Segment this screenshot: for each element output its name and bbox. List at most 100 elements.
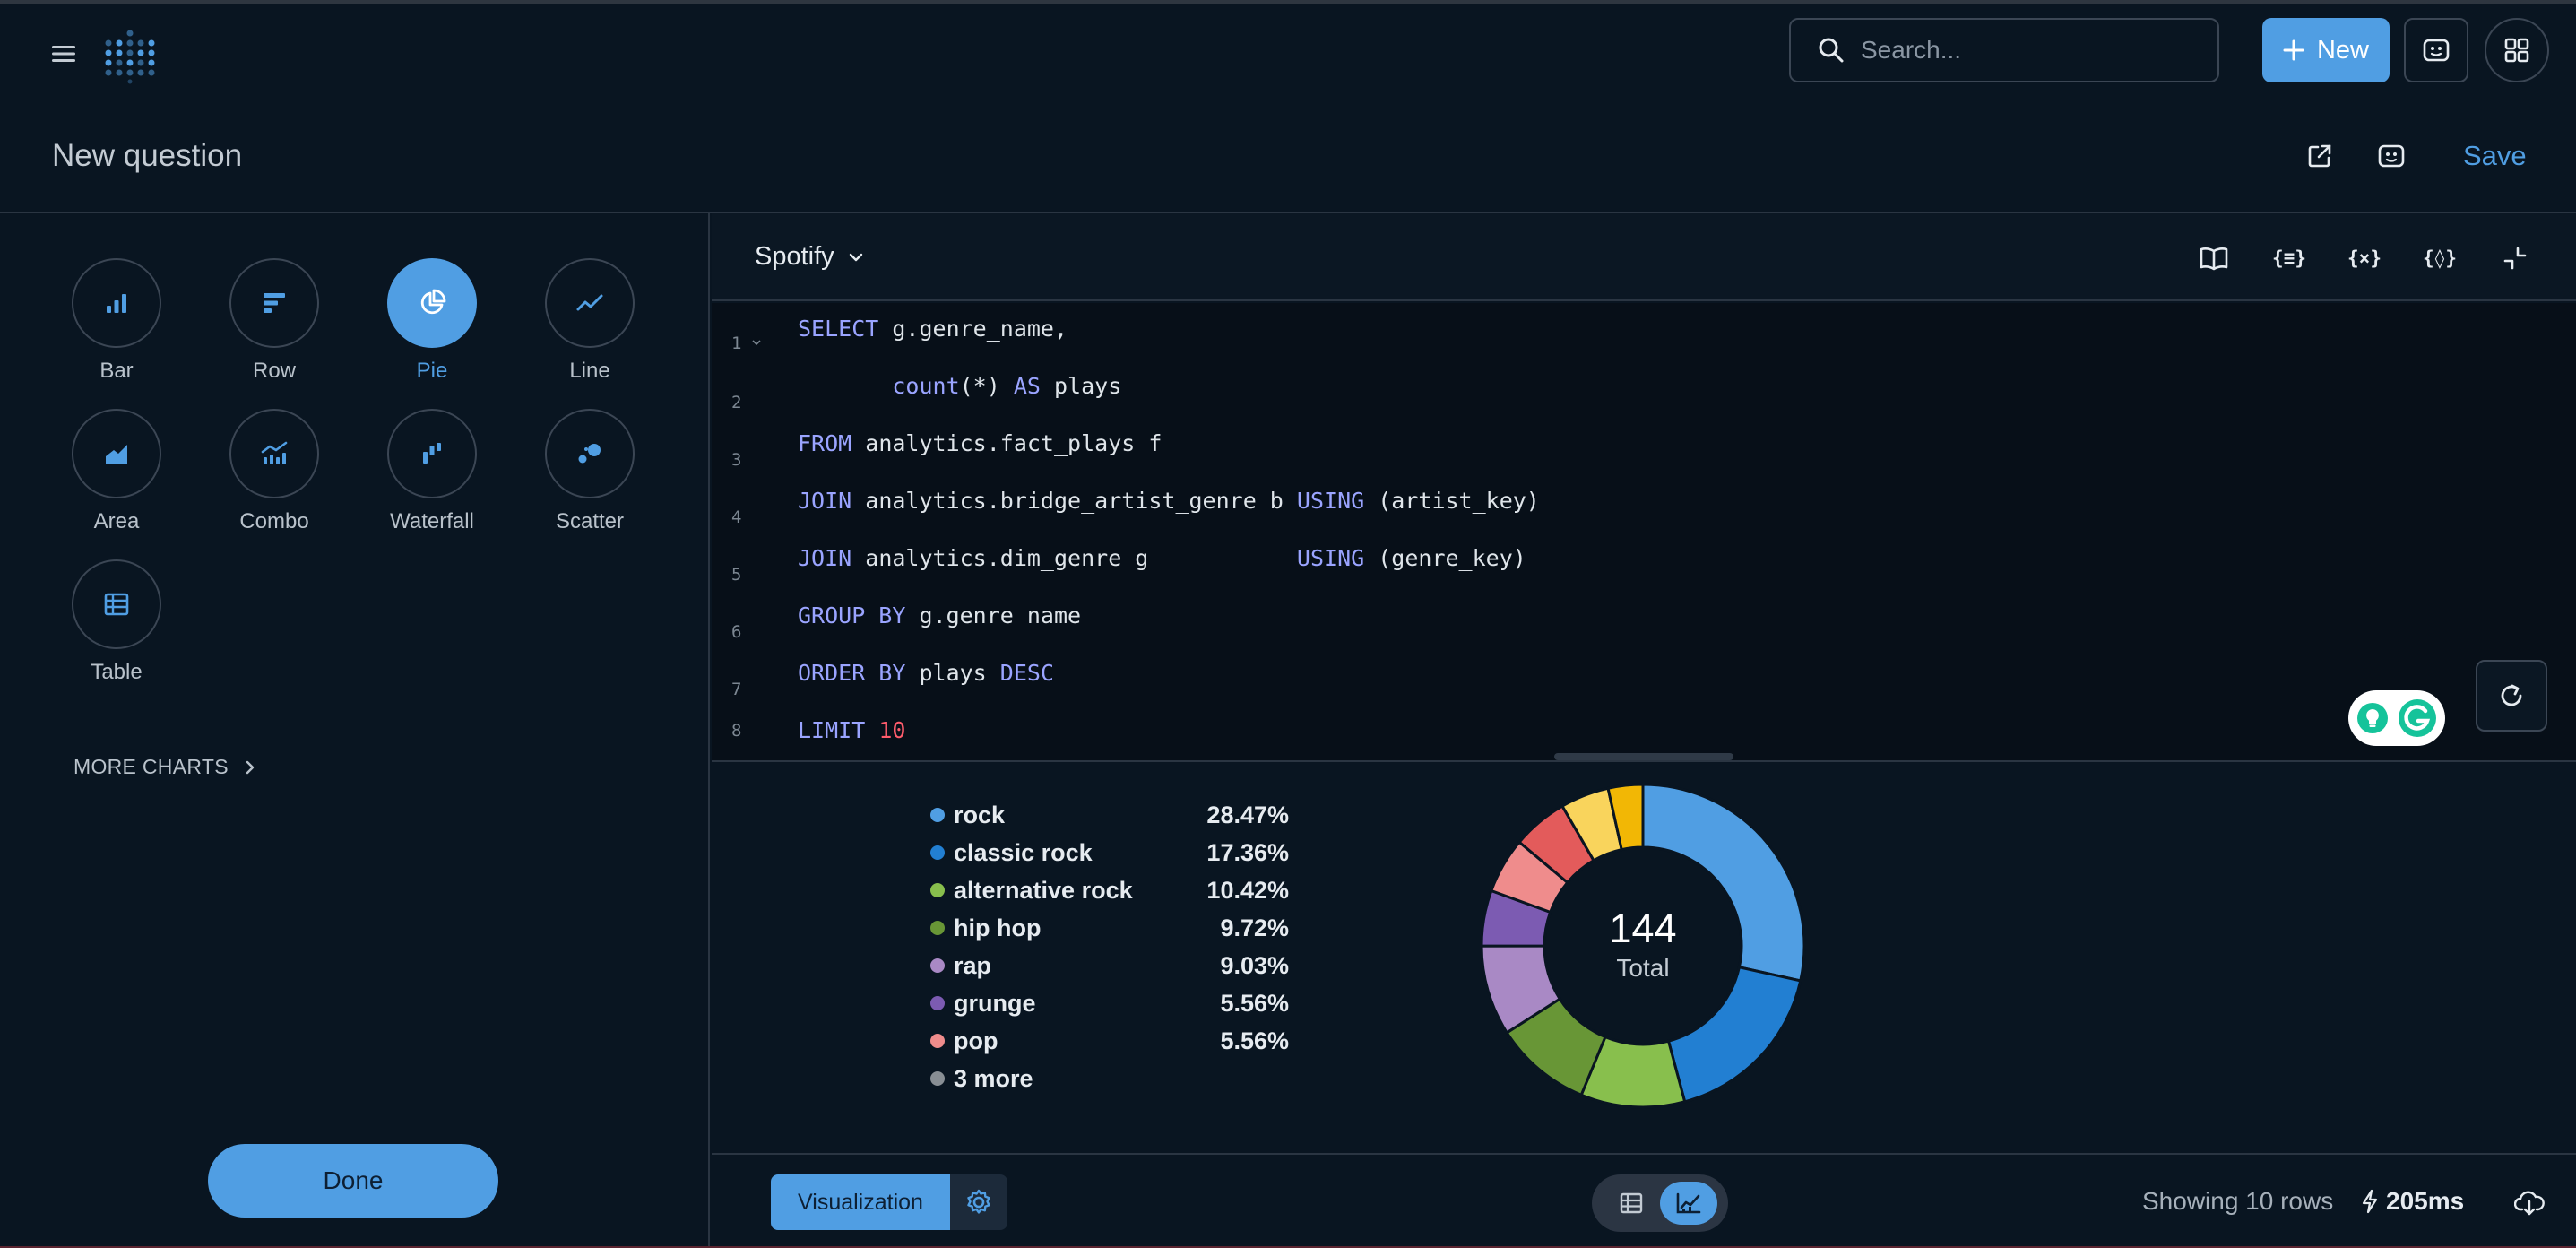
search-icon <box>1819 38 1844 63</box>
resize-handle[interactable] <box>1554 753 1733 760</box>
search-input[interactable]: Search... <box>1789 18 2219 82</box>
database-name: Spotify <box>755 242 834 271</box>
run-query-button[interactable] <box>2476 660 2547 732</box>
viz-option-combo[interactable]: Combo <box>212 409 337 534</box>
legend-swatch <box>930 883 945 897</box>
legend-percent: 17.36% <box>1206 838 1289 866</box>
viz-label: Row <box>252 359 296 383</box>
apps-button[interactable] <box>2485 18 2549 82</box>
visualization-picker-panel: Bar Row Pie Line Area Combo Waterfall Sc… <box>0 213 710 1248</box>
top-navigation-bar: Search... New <box>0 4 2576 100</box>
legend-percent: 10.42% <box>1206 876 1289 904</box>
viz-label: Combo <box>239 509 309 533</box>
bar-chart-icon <box>107 294 126 313</box>
table-view-toggle[interactable] <box>1603 1182 1660 1225</box>
svg-text:{≡}: {≡} <box>2272 247 2306 269</box>
legend-item[interactable]: rock 28.47% <box>930 796 1289 834</box>
viz-option-pie[interactable]: Pie <box>369 258 495 384</box>
metabot-button[interactable] <box>2404 18 2468 82</box>
viz-option-row[interactable]: Row <box>212 258 337 384</box>
legend-item[interactable]: classic rock 17.36% <box>930 834 1289 871</box>
table-icon <box>1620 1192 1643 1214</box>
query-timing: 205ms <box>2361 1187 2464 1216</box>
viz-option-table[interactable]: Table <box>54 559 179 685</box>
pie-slice[interactable] <box>1666 965 1802 1104</box>
new-button[interactable]: New <box>2262 18 2390 82</box>
viz-label: Table <box>91 660 143 684</box>
legend-label: alternative rock <box>954 876 1133 904</box>
line-chart-icon <box>576 294 603 311</box>
area-chart-icon <box>106 445 127 464</box>
lightbulb-icon <box>2357 703 2388 733</box>
line-number: 1 <box>731 334 742 353</box>
database-select[interactable]: Spotify <box>755 242 863 272</box>
line-number: 5 <box>731 565 742 585</box>
snippets-icon[interactable]: {≡} <box>2269 238 2309 278</box>
metabot-icon <box>2423 39 2450 62</box>
plus-icon <box>2283 39 2304 61</box>
reference-book-icon[interactable] <box>2194 238 2234 278</box>
app-window: Search... New New question Save Bar Row <box>0 0 2576 1248</box>
legend-item[interactable]: rap 9.03% <box>930 947 1289 984</box>
pie-total-label: Total <box>1616 954 1670 982</box>
viz-option-area[interactable]: Area <box>54 409 179 534</box>
legend-label: grunge <box>954 989 1036 1017</box>
visualization-button[interactable]: Visualization <box>771 1174 950 1230</box>
code-line: SELECT g.genre_name, <box>798 316 1068 342</box>
more-charts-label: MORE CHARTS <box>73 755 229 778</box>
viz-option-scatter[interactable]: Scatter <box>527 409 653 534</box>
metabase-logo-icon[interactable] <box>100 25 160 84</box>
legend-item[interactable]: hip hop 9.72% <box>930 909 1289 947</box>
gear-icon <box>967 1189 990 1214</box>
fold-chevron-icon[interactable] <box>751 339 762 346</box>
results-panel: rock 28.47% classic rock 17.36% alternative … <box>712 762 2576 1153</box>
download-button[interactable] <box>2510 1183 2549 1223</box>
viz-option-waterfall[interactable]: Waterfall <box>369 409 495 534</box>
row-chart-icon <box>264 293 285 313</box>
line-number: 7 <box>731 680 742 699</box>
legend-swatch <box>930 996 945 1010</box>
hamburger-menu-icon[interactable] <box>45 38 82 70</box>
legend-swatch <box>930 921 945 935</box>
more-charts-button[interactable]: MORE CHARTS <box>73 755 255 779</box>
legend-label: rap <box>954 951 992 979</box>
viz-option-bar[interactable]: Bar <box>54 258 179 384</box>
viz-option-line[interactable]: Line <box>527 258 653 384</box>
sql-editor[interactable]: 1 2 3 4 5 6 7 8 SELECT g.genre_name, cou… <box>712 303 2576 760</box>
code-line: JOIN analytics.bridge_artist_genre b USI… <box>798 488 1540 514</box>
scatter-chart-icon <box>578 444 601 464</box>
legend-item[interactable]: pop 5.56% <box>930 1022 1289 1060</box>
chart-view-toggle[interactable] <box>1660 1182 1717 1225</box>
line-number: 8 <box>731 721 742 741</box>
editor-toolbar: Spotify {≡} {×} {◊} <box>712 213 2576 301</box>
new-button-label: New <box>2316 35 2369 65</box>
variables-icon[interactable]: {×} <box>2345 238 2384 278</box>
viz-label: Pie <box>416 359 448 383</box>
line-number: 2 <box>731 393 742 412</box>
format-query-icon[interactable]: {◊} <box>2420 238 2459 278</box>
save-button[interactable]: Save <box>2463 140 2527 172</box>
legend-label: classic rock <box>954 838 1093 866</box>
legend-item[interactable]: grunge 5.56% <box>930 984 1289 1022</box>
code-line: GROUP BY g.genre_name <box>798 602 1082 628</box>
grammarly-widget[interactable] <box>2348 690 2445 746</box>
results-footer: Visualization Showing 10 rows 205ms <box>712 1153 2576 1248</box>
query-time-value: 205ms <box>2386 1187 2465 1215</box>
chevron-down-icon <box>849 253 862 261</box>
combo-chart-icon <box>261 441 288 464</box>
pie-total-value: 144 <box>1609 906 1677 951</box>
legend-item[interactable]: alternative rock 10.42% <box>930 871 1289 909</box>
waterfall-chart-icon <box>423 443 441 464</box>
code-line: ORDER BY plays DESC <box>798 660 1054 686</box>
metabot-header-icon[interactable] <box>2372 136 2411 176</box>
chart-view-icon <box>1676 1192 1701 1214</box>
collapse-editor-icon[interactable] <box>2495 238 2535 278</box>
lightning-icon <box>2362 1189 2378 1214</box>
done-button[interactable]: Done <box>208 1144 498 1218</box>
open-in-new-icon[interactable] <box>2300 136 2339 176</box>
viz-label: Area <box>93 509 140 533</box>
legend-item[interactable]: 3 more <box>930 1060 1289 1097</box>
legend-label: pop <box>954 1027 998 1054</box>
settings-button[interactable] <box>950 1174 1007 1230</box>
page-title[interactable]: New question <box>52 138 242 174</box>
